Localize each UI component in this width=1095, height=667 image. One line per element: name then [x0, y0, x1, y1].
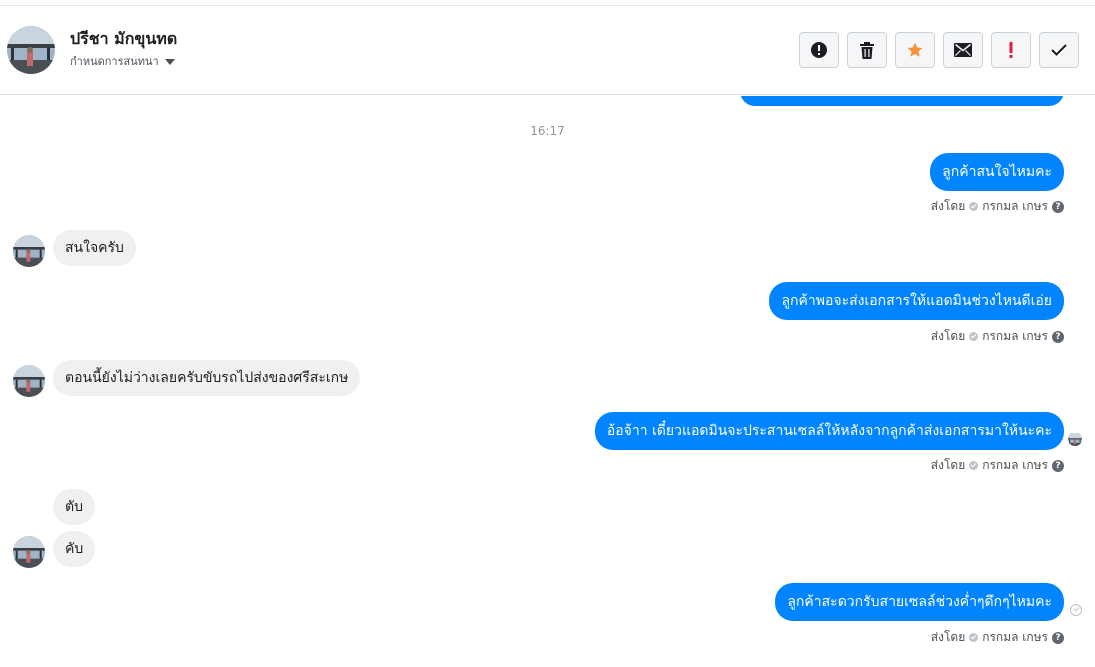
conversation-header: ปรีชา มักขุนทด กำหนดการสนทนา [0, 7, 1095, 95]
sent-by-info: ส่งโดย กรกมล เกษร ? [931, 456, 1064, 475]
verified-icon [969, 633, 979, 642]
contact-avatar[interactable] [13, 536, 45, 568]
help-icon[interactable]: ? [1052, 200, 1064, 213]
message-bubble-outgoing[interactable]: ลูกค้าสนใจไหมคะ [930, 153, 1064, 191]
star-button[interactable] [895, 32, 935, 68]
message-bubble-outgoing[interactable]: ลูกค้าพอจะส่งเอกสารให้แอดมินช่วงไหนดีเอ่… [769, 282, 1064, 320]
envelope-icon [954, 43, 972, 57]
top-border [0, 0, 1095, 6]
contact-name[interactable]: ปรีชา มักขุนทด [70, 27, 177, 52]
timestamp: 16:17 [530, 124, 565, 138]
done-button[interactable] [1039, 32, 1079, 68]
help-icon[interactable]: ? [1052, 631, 1064, 644]
seen-avatar [1068, 432, 1082, 446]
exclamation-icon [1009, 42, 1013, 58]
message-bubble-incoming[interactable]: ตอนนี้ยังไม่ว่างเลยครับขับรถไปส่งของศรีส… [53, 360, 361, 396]
alert-circle-icon [811, 42, 827, 58]
message-bubble-outgoing[interactable]: อ้อจ้าา เดี๋ยวแอดมินจะประสานเซลล์ให้หลัง… [594, 412, 1064, 450]
checkmark-icon [1051, 44, 1067, 56]
contact-avatar[interactable] [13, 235, 45, 267]
sent-status-icon [1070, 604, 1082, 616]
message-bubble-partial[interactable] [740, 96, 1064, 106]
verified-icon [969, 202, 979, 211]
message-bubble-incoming[interactable]: คับ [53, 531, 96, 567]
sender-name: กรกมล เกษร [982, 458, 1048, 472]
sent-by-label: ส่งโดย [930, 329, 966, 343]
spam-button[interactable] [799, 32, 839, 68]
verified-icon [969, 332, 979, 341]
sent-by-label: ส่งโดย [930, 199, 966, 213]
verified-icon [969, 461, 979, 470]
message-thread: 16:17 ลูกค้าสนใจไหมคะ ส่งโดย กรกมล เกษร … [0, 96, 1095, 667]
caret-down-icon [164, 59, 175, 65]
contact-avatar[interactable] [13, 365, 45, 397]
star-icon [907, 42, 923, 57]
schedule-dropdown[interactable]: กำหนดการสนทนา [70, 52, 175, 70]
message-bubble-outgoing[interactable]: ลูกค้าสะดวกรับสายเซลล์ช่วงค่ำๆดึกๆไหมคะ [775, 583, 1064, 621]
mark-unread-button[interactable] [943, 32, 983, 68]
follow-up-button[interactable] [991, 32, 1031, 68]
help-icon[interactable]: ? [1052, 459, 1064, 472]
schedule-dropdown-label: กำหนดการสนทนา [70, 55, 159, 68]
message-bubble-incoming[interactable]: สนใจครับ [53, 230, 136, 266]
sent-by-info: ส่งโดย กรกมล เกษร ? [931, 628, 1064, 647]
avatar[interactable] [7, 26, 55, 74]
sender-name: กรกมล เกษร [982, 199, 1048, 213]
sender-name: กรกมล เกษร [982, 329, 1048, 343]
action-toolbar [799, 32, 1079, 68]
sender-name: กรกมล เกษร [982, 630, 1048, 644]
message-bubble-incoming[interactable]: ตับ [53, 489, 95, 525]
sent-by-info: ส่งโดย กรกมล เกษร ? [931, 327, 1064, 346]
sent-by-info: ส่งโดย กรกมล เกษร ? [931, 197, 1064, 216]
trash-icon [860, 41, 874, 59]
sent-by-label: ส่งโดย [930, 458, 966, 472]
sent-by-label: ส่งโดย [930, 630, 966, 644]
help-icon[interactable]: ? [1052, 330, 1064, 343]
delete-button[interactable] [847, 32, 887, 68]
